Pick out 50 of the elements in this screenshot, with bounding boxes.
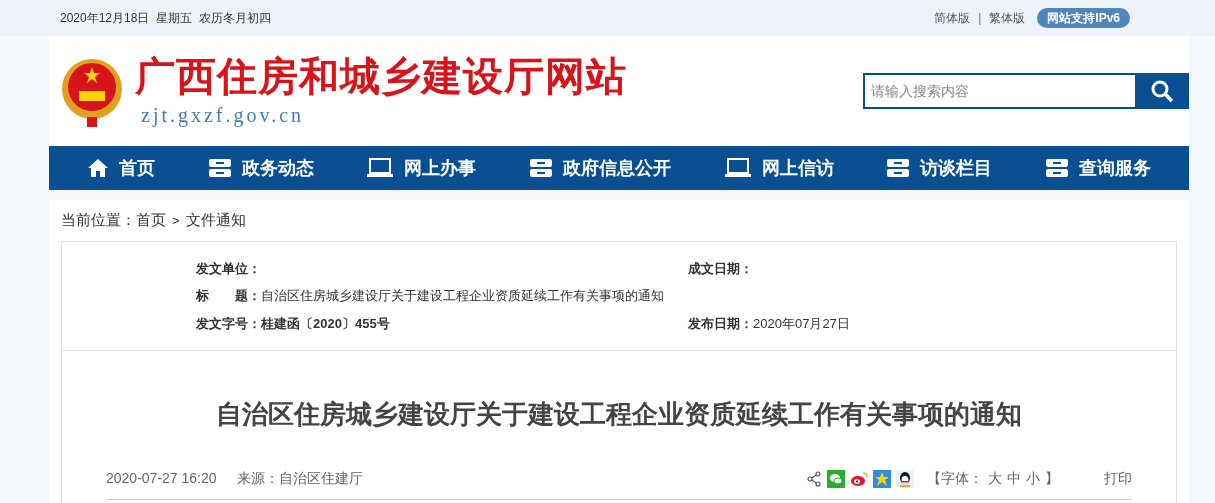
breadcrumb-label: 当前位置：: [61, 210, 136, 231]
ipv6-badge: 网站支持IPv6: [1037, 8, 1130, 28]
date-text: 2020年12月18日 星期五 农历冬月初四: [60, 10, 271, 27]
font-size-link[interactable]: 中: [1007, 468, 1021, 489]
font-size-link[interactable]: 小: [1026, 468, 1040, 489]
site-title: 广西住房和城乡建设厅网站: [135, 53, 627, 100]
publish-datetime: 2020-07-27 16:20: [106, 469, 217, 488]
language-link[interactable]: 繁体版: [989, 9, 1026, 27]
article-source: 来源：自治区住建厅: [236, 469, 363, 488]
breadcrumb-link[interactable]: 首页: [136, 209, 166, 232]
weibo-icon[interactable]: [850, 469, 868, 488]
nav-item[interactable]: 首页: [87, 154, 155, 182]
drawer-icon: [207, 158, 232, 178]
nav-item[interactable]: 政务动态: [207, 154, 314, 182]
print-link[interactable]: 打印: [1104, 468, 1132, 489]
breadcrumb-separator: >: [172, 211, 180, 230]
home-icon: [87, 158, 109, 178]
drawer-icon: [528, 158, 553, 178]
article-title: 自治区住房城乡建设厅关于建设工程企业资质延续工作有关事项的通知: [215, 398, 1023, 431]
separator-text: |: [978, 10, 982, 27]
nav-item[interactable]: 查询服务: [1044, 154, 1151, 182]
nav-item[interactable]: 政府信息公开: [528, 154, 671, 182]
info-label: 发文字号：: [196, 314, 261, 333]
search-icon: [1150, 79, 1174, 103]
info-label: 发文单位：: [196, 259, 261, 278]
info-value: 桂建函〔2020〕455号: [261, 314, 390, 333]
share-icon[interactable]: [806, 470, 822, 487]
search-input[interactable]: 请输入搜索内容: [865, 75, 1135, 107]
search-button[interactable]: [1135, 73, 1189, 109]
laptop-icon: [723, 158, 752, 178]
info-label: 标 题：: [196, 287, 261, 306]
nav-item[interactable]: 网上办事: [366, 154, 477, 182]
breadcrumb-link[interactable]: 文件通知: [185, 209, 246, 232]
info-label: 发布日期：: [688, 314, 753, 333]
language-link[interactable]: 简体版: [934, 9, 971, 27]
nav-item[interactable]: 网上信访: [723, 154, 834, 182]
info-value: 自治区住房城乡建设厅关于建设工程企业资质延续工作有关事项的通知: [261, 287, 664, 306]
drawer-icon: [886, 158, 911, 178]
info-value: 2020年07月27日: [753, 314, 850, 333]
penguin-icon[interactable]: [896, 469, 914, 488]
site-domain: zjt.gxzf.gov.cn: [141, 103, 306, 129]
font-size-bracket: 】: [1045, 469, 1059, 488]
font-size-label: 【字体：: [927, 469, 983, 488]
font-size-link[interactable]: 大: [988, 468, 1002, 489]
info-label: 成文日期：: [688, 259, 753, 278]
qzone-icon[interactable]: [873, 469, 891, 488]
drawer-icon: [1044, 158, 1069, 178]
laptop-icon: [366, 158, 395, 178]
wechat-icon[interactable]: [827, 469, 845, 488]
nav-item[interactable]: 访谈栏目: [886, 154, 993, 182]
